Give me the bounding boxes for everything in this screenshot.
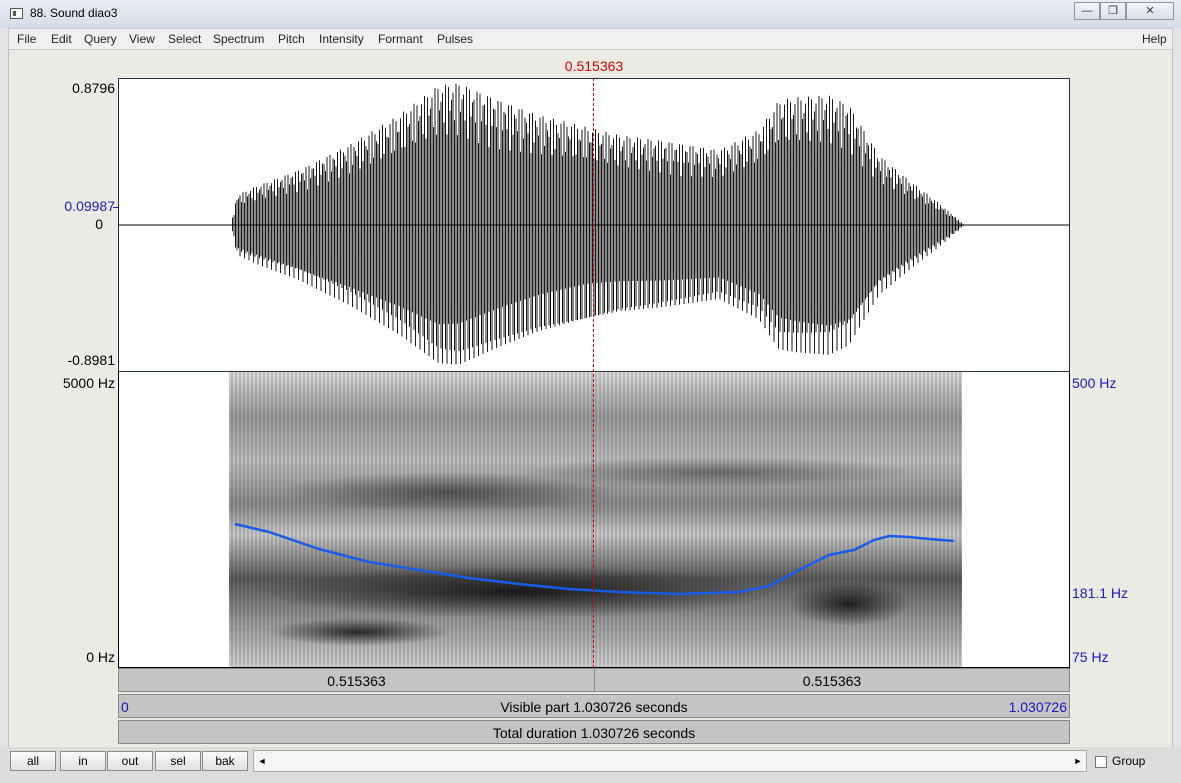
restore-icon[interactable]: ❐: [1100, 2, 1126, 20]
menu-help[interactable]: Help: [1142, 32, 1167, 46]
pitch-bottom-label: 75 Hz: [1072, 649, 1109, 665]
pitch-cursor-label: 181.1 Hz: [1072, 585, 1129, 601]
sound-editor: 0.515363 0.8796 0.09987 0 -0.8981 5000 H…: [8, 50, 1173, 747]
menu-formant[interactable]: Formant: [378, 32, 423, 46]
waveform-zero-label: 0: [95, 216, 103, 232]
spectrogram-top-freq: 5000 Hz: [62, 375, 115, 391]
group-label: Group: [1112, 754, 1146, 768]
waveform-min-label: -0.8981: [67, 352, 115, 368]
menu-intensity[interactable]: Intensity: [319, 32, 364, 46]
zoom-in-button[interactable]: in: [60, 751, 106, 771]
waveform-cursor-value-label: 0.09987: [64, 198, 115, 214]
visible-part-bar[interactable]: 0 Visible part 1.030726 seconds 1.030726: [118, 694, 1070, 718]
waveform-plot: [119, 83, 1069, 365]
window-title: 88. Sound diao3: [30, 6, 118, 20]
menu-file[interactable]: File: [17, 32, 36, 46]
cursor-line[interactable]: [593, 78, 594, 668]
menu-pitch[interactable]: Pitch: [278, 32, 305, 46]
window-icon: [10, 8, 23, 19]
waveform-signal: [232, 83, 964, 365]
formant-f1: [259, 566, 779, 618]
spectrogram-bottom-freq: 0 Hz: [86, 649, 115, 665]
scroll-right-icon[interactable]: ►: [1070, 751, 1086, 771]
selection-bar[interactable]: 0.515363 0.515363: [118, 668, 1070, 692]
spectrogram-plot: [229, 372, 962, 667]
total-duration-bar[interactable]: Total duration 1.030726 seconds: [118, 720, 1070, 744]
left-segment[interactable]: 0.515363: [119, 669, 595, 691]
zoom-back-button[interactable]: bak: [202, 751, 248, 771]
zoom-all-button[interactable]: all: [10, 751, 56, 771]
right-segment[interactable]: 0.515363: [595, 669, 1069, 691]
menu-select[interactable]: Select: [168, 32, 201, 46]
pitch-top-label: 500 Hz: [1072, 375, 1117, 391]
menu-query[interactable]: Query: [84, 32, 117, 46]
menu-pulses[interactable]: Pulses: [437, 32, 473, 46]
waveform-panel[interactable]: [118, 78, 1070, 372]
close-icon[interactable]: ✕: [1126, 2, 1174, 20]
waveform-max-label: 0.8796: [72, 80, 115, 96]
formant-f0: [269, 618, 449, 646]
formant-f3: [519, 456, 919, 488]
group-checkbox[interactable]: [1095, 756, 1107, 768]
title-bar: 88. Sound diao3 — ❐ ✕: [0, 0, 1181, 29]
total-duration-label: Total duration 1.030726 seconds: [492, 725, 696, 741]
scroll-left-icon[interactable]: ◄: [254, 751, 270, 771]
menu-view[interactable]: View: [129, 32, 155, 46]
visible-part-label: Visible part 1.030726 seconds: [500, 699, 688, 715]
time-scrollbar[interactable]: ◄ ►: [253, 750, 1087, 772]
cursor-time-label: 0.515363: [564, 58, 624, 74]
formant-f1-end: [789, 582, 909, 626]
menu-edit[interactable]: Edit: [51, 32, 72, 46]
minimize-icon[interactable]: —: [1074, 2, 1100, 20]
zoom-sel-button[interactable]: sel: [155, 751, 201, 771]
zoom-out-button[interactable]: out: [107, 751, 153, 771]
visible-end: 1.030726: [1008, 699, 1067, 715]
menu-bar: File Edit Query View Select Spectrum Pit…: [8, 28, 1173, 50]
left-border: [0, 28, 8, 747]
bottom-toolbar: all in out sel bak ◄ ► Group: [0, 747, 1181, 783]
editor-canvas: 0.515363 0.8796 0.09987 0 -0.8981 5000 H…: [9, 50, 1172, 747]
spectrogram-panel[interactable]: [118, 372, 1070, 668]
menu-spectrum[interactable]: Spectrum: [213, 32, 264, 46]
right-border: [1173, 28, 1181, 747]
